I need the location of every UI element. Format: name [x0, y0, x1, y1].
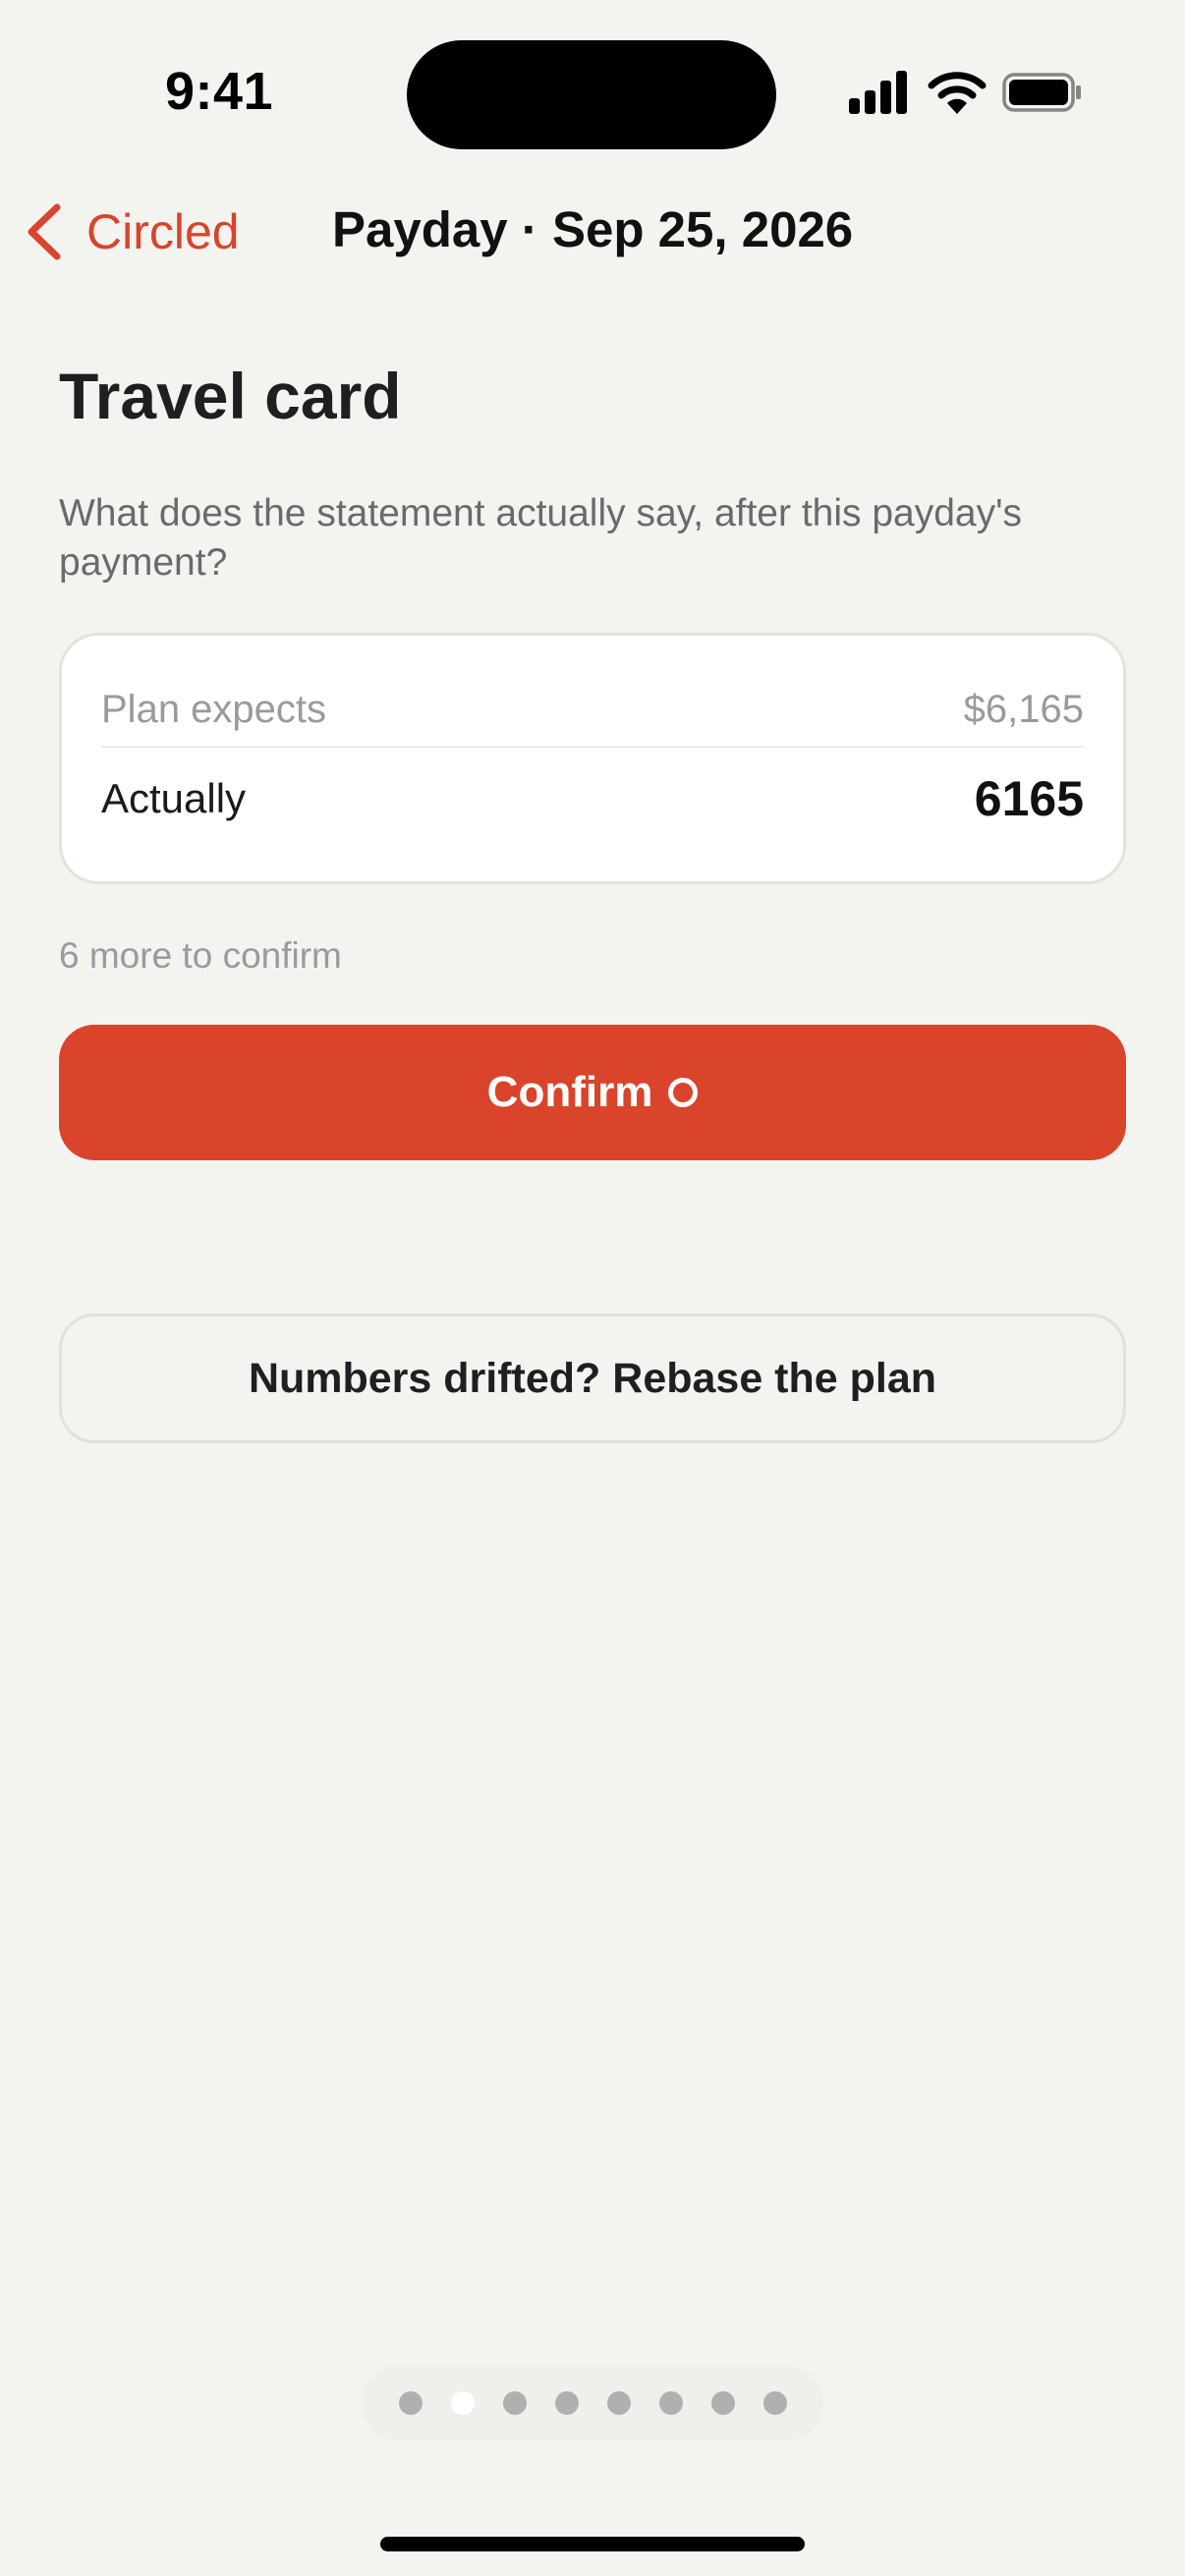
back-button[interactable]: Circled: [22, 196, 240, 267]
page-dot[interactable]: [502, 2391, 527, 2415]
plan-expects-row: Plan expects $6,165: [101, 673, 1084, 748]
plan-expects-value: $6,165: [963, 687, 1084, 731]
cellular-signal-icon: [849, 71, 907, 114]
page-dot[interactable]: [398, 2391, 423, 2415]
page-title: Travel card: [59, 360, 402, 432]
page-dot[interactable]: [450, 2391, 475, 2415]
nav-title: Payday · Sep 25, 2026: [332, 201, 854, 257]
rebase-plan-button[interactable]: Numbers drifted? Rebase the plan: [59, 1314, 1126, 1443]
home-indicator: [380, 2537, 805, 2551]
page-dot[interactable]: [762, 2391, 787, 2415]
page-dot[interactable]: [710, 2391, 735, 2415]
battery-icon: [1002, 73, 1081, 112]
actual-row: Actually: [101, 750, 1084, 848]
status-time: 9:41: [165, 62, 274, 121]
page-dot[interactable]: [658, 2391, 683, 2415]
page-dot[interactable]: [554, 2391, 579, 2415]
plan-expects-label: Plan expects: [101, 687, 327, 731]
chevron-left-icon: [28, 203, 61, 260]
remaining-count: 6 more to confirm: [59, 935, 342, 976]
actual-label: Actually: [101, 775, 247, 821]
confirm-button[interactable]: Confirm: [59, 1025, 1126, 1160]
actual-amount-input[interactable]: [789, 770, 1084, 827]
prompt-text: What does the statement actually say, af…: [59, 492, 1023, 584]
wifi-icon: [928, 72, 987, 114]
circle-icon: [668, 1078, 699, 1107]
back-label: Circled: [86, 204, 240, 259]
dynamic-island: [407, 40, 776, 149]
page-indicator[interactable]: [362, 2366, 823, 2440]
balance-card: Plan expects $6,165 Actually: [59, 633, 1126, 884]
page-dot[interactable]: [606, 2391, 631, 2415]
status-icons: [847, 69, 1083, 116]
confirm-label: Confirm: [486, 1068, 653, 1116]
